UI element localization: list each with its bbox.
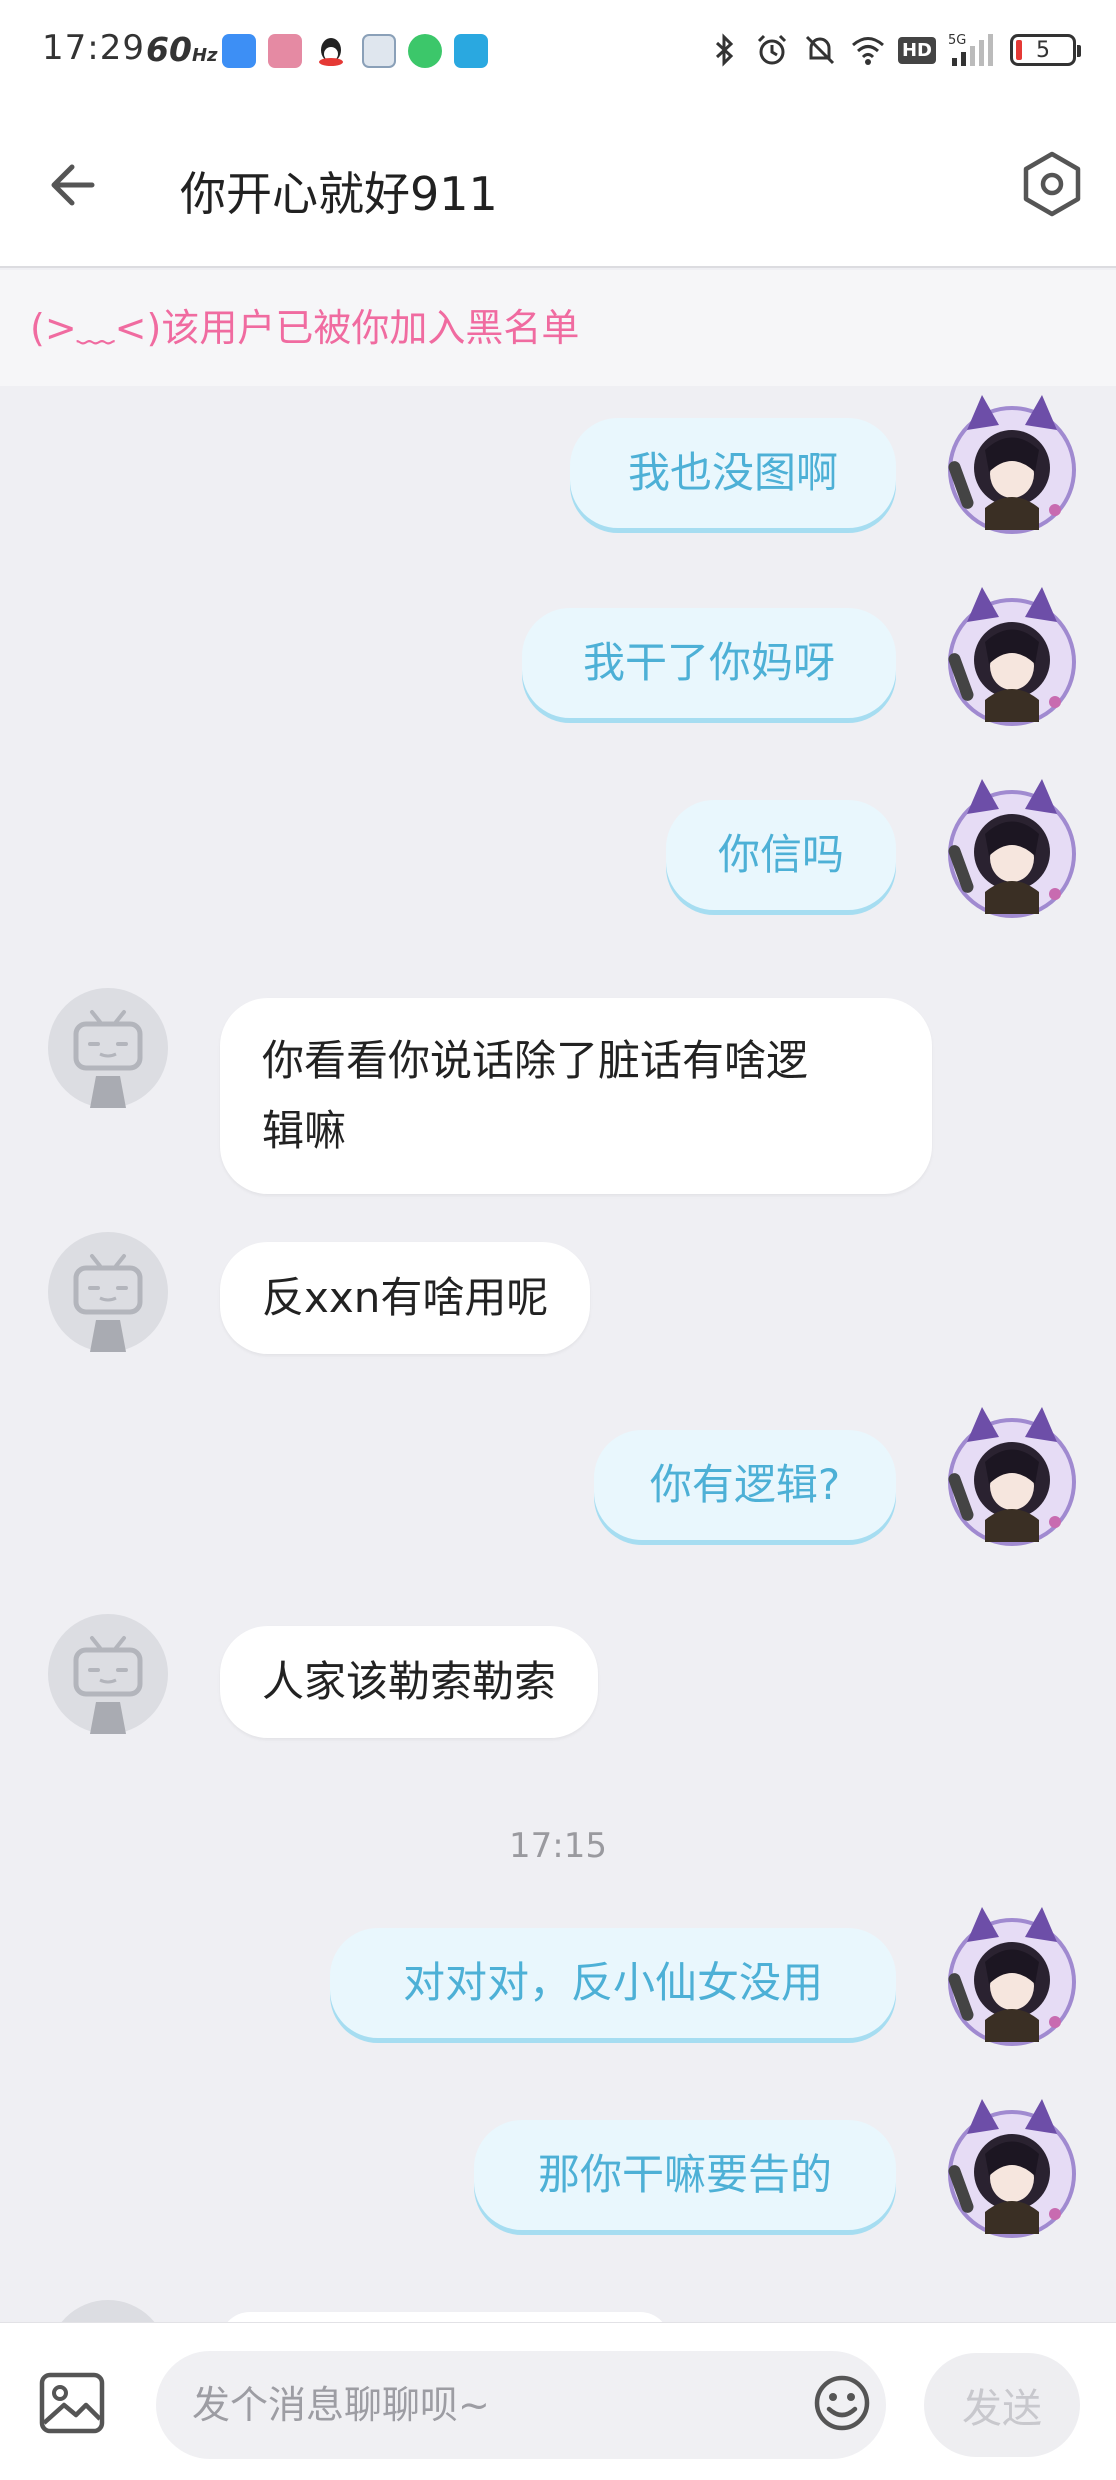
hd-icon: HD <box>897 36 936 64</box>
chat-header: 你开心就好911 <box>0 100 1116 268</box>
contact-message-bubble[interactable]: 反xxn有啥用呢 <box>220 1242 591 1354</box>
contact-message-bubble[interactable]: 人家该勒索勒索 <box>220 1626 599 1738</box>
refresh-rate: 60Hz <box>146 30 218 69</box>
notification-app-icon-6 <box>454 34 488 68</box>
contact-message-bubble[interactable]: 你看看你说话除了脏话有啥逻 辑嘛 <box>220 998 932 1194</box>
emoji-icon[interactable] <box>812 2373 872 2433</box>
message-text: 你看看你说话除了脏话有啥逻 <box>262 1036 809 1085</box>
message-text: 我也没图啊 <box>627 448 838 497</box>
my-avatar[interactable] <box>937 774 1087 924</box>
mute-bell-icon <box>805 35 835 65</box>
my-avatar[interactable] <box>937 2094 1087 2244</box>
qq-icon <box>314 34 348 68</box>
notification-app-icon-1 <box>222 34 256 68</box>
status-bar: 17:29 60Hz HD 5G 5 <box>0 0 1116 100</box>
battery-indicator: 5 <box>1010 34 1081 66</box>
message-text: 反xxn有啥用呢 <box>262 1273 549 1322</box>
message-app-icon <box>408 34 442 68</box>
image-icon[interactable] <box>36 2367 108 2439</box>
contact-avatar[interactable] <box>48 988 168 1108</box>
send-button[interactable]: 发送 <box>924 2353 1080 2457</box>
notification-app-icon-2 <box>268 34 302 68</box>
chat-screen: 17:29 60Hz HD 5G 5 你开心就好911 (>﹏<)该用户已被你加… <box>0 0 1116 2480</box>
my-message-bubble[interactable]: 那你干嘛要告的 <box>474 2120 896 2230</box>
message-text: 你信吗 <box>717 830 844 879</box>
message-text: 我干了你妈呀 <box>582 638 835 687</box>
signal-icon: 5G <box>948 33 993 66</box>
my-message-bubble[interactable]: 你有逻辑? <box>594 1430 896 1540</box>
message-timestamp: 17:15 <box>509 1826 607 1866</box>
back-arrow-icon[interactable] <box>40 150 110 220</box>
my-message-bubble[interactable]: 我也没图啊 <box>570 418 896 528</box>
my-avatar[interactable] <box>937 582 1087 732</box>
blacklist-notice: (>﹏<)该用户已被你加入黑名单 <box>0 270 1116 386</box>
message-text: 人家该勒索勒索 <box>262 1657 557 1706</box>
wifi-icon <box>852 37 884 65</box>
page-title: 你开心就好911 <box>180 167 498 221</box>
message-text: 辑嘛 <box>262 1106 347 1155</box>
alarm-icon <box>757 34 787 65</box>
status-time: 17:29 <box>42 28 145 68</box>
my-avatar[interactable] <box>937 1902 1087 2052</box>
contact-avatar[interactable] <box>48 1232 168 1352</box>
my-avatar[interactable] <box>937 1402 1087 1552</box>
my-message-bubble[interactable]: 你信吗 <box>666 800 896 910</box>
bluetooth-icon <box>715 33 734 67</box>
contact-avatar[interactable] <box>48 1614 168 1734</box>
message-text: 对对对，反小仙女没用 <box>402 1958 823 2007</box>
message-composer: 发送 <box>0 2322 1116 2480</box>
my-message-bubble[interactable]: 对对对，反小仙女没用 <box>330 1928 896 2038</box>
svg-text:5G: 5G <box>948 33 966 48</box>
notification-app-icon-4 <box>362 34 396 68</box>
my-avatar[interactable] <box>937 390 1087 540</box>
settings-icon[interactable] <box>1016 148 1088 220</box>
my-message-bubble[interactable]: 我干了你妈呀 <box>522 608 896 718</box>
message-text: 你有逻辑? <box>649 1460 841 1509</box>
message-input[interactable] <box>156 2351 886 2459</box>
message-text: 那你干嘛要告的 <box>537 2150 832 2199</box>
status-icons: HD 5G 5 <box>706 28 1081 72</box>
